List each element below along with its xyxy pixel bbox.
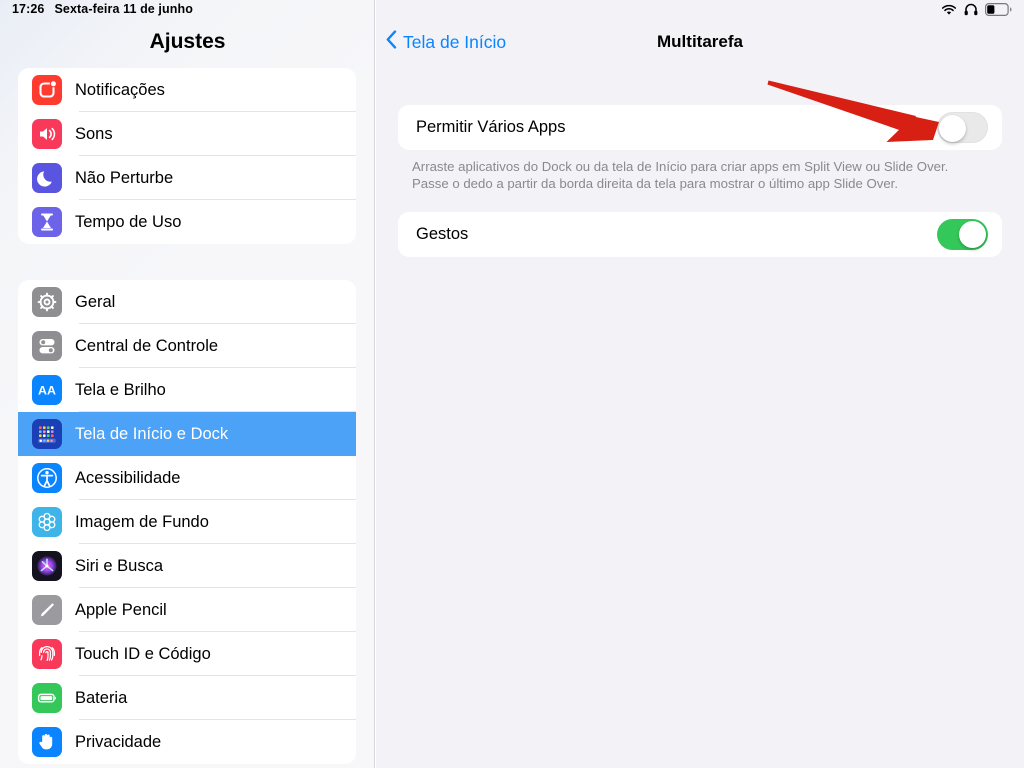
sidebar-item-label: Touch ID e Código [75,644,211,663]
footnote-line-2: Passe o dedo a partir da borda direita d… [412,176,899,191]
sounds-icon [32,119,62,149]
svg-text:AA: AA [38,384,56,398]
sidebar-item-label: Tempo de Uso [75,212,182,231]
sidebar-group-1: Notificações Sons Não Perturbe Tempo de … [18,68,356,244]
sidebar-item-siri-e-busca[interactable]: Siri e Busca [18,544,356,588]
sidebar-item-bateria[interactable]: Bateria [18,676,356,720]
sidebar-item-nao-perturbe[interactable]: Não Perturbe [18,156,356,200]
sidebar-item-label: Imagem de Fundo [75,512,209,531]
row-gestos[interactable]: Gestos [398,212,1002,257]
sidebar-item-sons[interactable]: Sons [18,112,356,156]
ipad-settings-screen: 17:26 Sexta-feira 11 de junho Ajustes No… [0,0,1024,768]
notifications-icon [32,75,62,105]
battery-icon [985,3,1012,21]
sidebar-item-label: Tela de Início e Dock [75,424,229,443]
accessibility-icon [32,463,62,493]
status-bar: 17:26 Sexta-feira 11 de junho [0,0,1024,22]
sidebar-item-label: Tela e Brilho [75,380,166,399]
sidebar-item-label: Bateria [75,688,128,707]
toggle-knob [939,115,966,142]
permitir-varios-apps-toggle[interactable] [937,112,988,143]
page-title: Multitarefa [657,32,743,51]
status-bar-right [941,3,1012,21]
row-permitir-varios-apps[interactable]: Permitir Vários Apps [398,105,1002,150]
sidebar-item-geral[interactable]: Geral [18,280,356,324]
toggle-knob [959,221,986,248]
detail-pane: Tela de Início Multitarefa Permitir Vári… [376,0,1024,768]
siri-icon [32,551,62,581]
sidebar-item-tela-de-inicio-e-dock[interactable]: Tela de Início e Dock [18,412,356,456]
sidebar-item-label: Geral [75,292,116,311]
sidebar-item-central-de-controle[interactable]: Central de Controle [18,324,356,368]
home-screen-icon [32,419,62,449]
headphones-icon [964,3,978,21]
display-aa-icon: AA [32,375,62,405]
footnote-line-1: Arraste aplicativos do Dock ou da tela d… [412,159,949,174]
row-label: Gestos [416,225,469,243]
sidebar-item-tempo-de-uso[interactable]: Tempo de Uso [18,200,356,244]
status-date: Sexta-feira 11 de junho [54,2,193,16]
sidebar-item-label: Apple Pencil [75,600,167,619]
sidebar-item-label: Privacidade [75,732,162,751]
sidebar-item-label: Notificações [75,80,165,99]
fingerprint-icon [32,639,62,669]
control-center-icon [32,331,62,361]
status-time: 17:26 [12,2,45,16]
sidebar-item-label: Não Perturbe [75,168,174,187]
sidebar-item-apple-pencil[interactable]: Apple Pencil [18,588,356,632]
multitasking-group: Permitir Vários Apps [398,105,1002,150]
sidebar-item-imagem-de-fundo[interactable]: Imagem de Fundo [18,500,356,544]
sidebar-group-2: Geral Central de Controle AA Tela e Bril… [18,280,356,764]
sidebar-title: Ajustes [149,30,226,53]
gestures-group: Gestos [398,212,1002,257]
wallpaper-icon [32,507,62,537]
sidebar-item-acessibilidade[interactable]: Acessibilidade [18,456,356,500]
pencil-icon [32,595,62,625]
gear-icon [32,287,62,317]
sidebar-item-label: Acessibilidade [75,468,181,487]
privacy-hand-icon [32,727,62,757]
sidebar-item-privacidade[interactable]: Privacidade [18,720,356,764]
sidebar-item-label: Central de Controle [75,336,219,355]
hourglass-icon [32,207,62,237]
moon-icon [32,163,62,193]
sidebar-item-tela-e-brilho[interactable]: AA Tela e Brilho [18,368,356,412]
sidebar-item-notificacoes[interactable]: Notificações [18,68,356,112]
wifi-icon [941,3,957,21]
multitasking-footnote: Arraste aplicativos do Dock ou da tela d… [412,158,1012,192]
row-label: Permitir Vários Apps [416,118,566,136]
settings-sidebar: Ajustes Notificações Sons Não Perturbe T… [0,0,375,768]
sidebar-item-label: Siri e Busca [75,556,164,575]
battery-green-icon [32,683,62,713]
gestos-toggle[interactable] [937,219,988,250]
sidebar-item-label: Sons [75,124,113,143]
sidebar-item-touch-id-e-codigo[interactable]: Touch ID e Código [18,632,356,676]
status-bar-left: 17:26 Sexta-feira 11 de junho [12,2,193,16]
